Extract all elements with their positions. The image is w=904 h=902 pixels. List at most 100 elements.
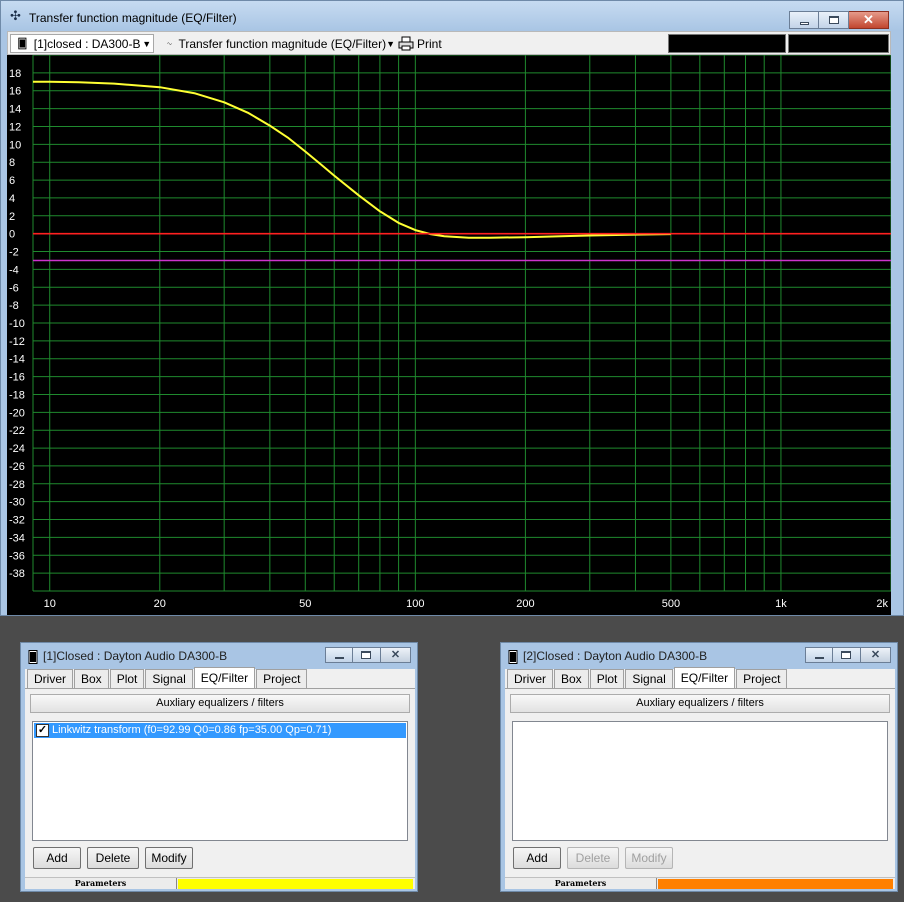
plot-area[interactable]: 18 16 14 12 10 8 6 4 2 0 -2 -4 -6 -8 -10 -12 -14 -16 -18 -2… — [7, 55, 891, 615]
y-tick-label: -12 — [9, 336, 25, 348]
y-tick-label: -32 — [9, 515, 25, 527]
y-tick-label: -26 — [9, 461, 25, 473]
y-tick-label: -6 — [9, 282, 19, 294]
tab-project[interactable]: Project — [256, 669, 308, 689]
tab-project[interactable]: Project — [736, 669, 788, 689]
project-window-2: [2]Closed : Dayton Audio DA300-B ✕ Drive… — [500, 642, 898, 892]
y-tick-label: -2 — [9, 247, 19, 259]
close-icon: ✕ — [390, 649, 401, 661]
list-item-label: Linkwitz transform (f0=92.99 Q0=0.86 fp=… — [52, 724, 332, 736]
speaker-icon — [508, 650, 518, 664]
maximize-icon — [829, 16, 839, 24]
tab-signal[interactable]: Signal — [625, 669, 673, 689]
window-body: Driver Box Plot Signal EQ/Filter Project… — [25, 667, 415, 889]
add-button[interactable]: Add — [513, 847, 561, 869]
list-item[interactable]: ✓ Linkwitz transform (f0=92.99 Q0=0.86 f… — [34, 723, 406, 738]
y-tick-label: 0 — [9, 229, 15, 241]
tab-driver[interactable]: Driver — [27, 669, 73, 689]
y-tick-label: -30 — [9, 497, 25, 509]
y-tick-label: -20 — [9, 407, 25, 419]
close-button[interactable]: ✕ — [849, 11, 889, 29]
close-button[interactable]: ✕ — [381, 647, 411, 663]
caption-buttons: ✕ — [805, 647, 891, 663]
tab-bar: Driver Box Plot Signal EQ/Filter Project — [507, 667, 788, 689]
modify-button[interactable]: Modify — [625, 847, 673, 869]
plot-type-select[interactable]: Transfer function magnitude (EQ/Filter) … — [160, 34, 396, 53]
tab-box[interactable]: Box — [554, 669, 589, 689]
chevron-down-icon[interactable]: ▼ — [140, 39, 153, 49]
tab-plot[interactable]: Plot — [589, 669, 625, 689]
close-icon: ✕ — [863, 12, 874, 27]
y-tick-label: 14 — [9, 104, 21, 116]
plot-type-value: Transfer function magnitude (EQ/Filter) — [178, 36, 387, 51]
parameters-label: Parameters — [25, 878, 177, 889]
printer-icon — [398, 36, 414, 51]
transfer-function-chart[interactable]: 181614121086420-2-4-6-8-10-12-14-16-18-2… — [7, 55, 891, 615]
eq-filter-panel: Auxliary equalizers / filters ✓ Linkwitz… — [25, 688, 415, 884]
maximize-button[interactable] — [353, 647, 381, 663]
project-select-value: [1]closed : DA300-B — [33, 36, 141, 51]
tab-eq-filter[interactable]: EQ/Filter — [193, 667, 256, 688]
transfer-function-curve — [33, 80, 671, 239]
tab-signal[interactable]: Signal — [145, 669, 193, 689]
y-tick-label: 6 — [9, 175, 15, 187]
add-button[interactable]: Add — [33, 847, 81, 869]
minimize-button[interactable] — [805, 647, 833, 663]
print-label: Print — [417, 36, 442, 51]
maximize-button[interactable] — [819, 11, 849, 29]
minimize-icon — [335, 657, 344, 659]
window-title: [1]Closed : Dayton Audio DA300-B — [43, 649, 228, 663]
delete-button[interactable]: Delete — [87, 847, 139, 869]
parameters-color-swatch — [658, 879, 893, 889]
parameters-bar: Parameters — [505, 877, 895, 889]
tab-driver[interactable]: Driver — [507, 669, 553, 689]
checkbox[interactable]: ✓ — [36, 724, 49, 737]
caption-buttons: ✕ — [325, 647, 411, 663]
project-select[interactable]: [1]closed : DA300-B ▼ — [10, 34, 154, 53]
eq-filter-panel: Auxliary equalizers / filters Add Delete… — [505, 688, 895, 884]
y-tick-label: -24 — [9, 443, 25, 455]
x-tick-label: 2k — [876, 598, 888, 610]
aux-equalizers-header[interactable]: Auxliary equalizers / filters — [30, 694, 410, 713]
print-button[interactable]: Print — [398, 34, 442, 53]
y-tick-label: 2 — [9, 211, 15, 223]
project-window-1: [1]Closed : Dayton Audio DA300-B ✕ Drive… — [20, 642, 418, 892]
x-tick-label: 100 — [406, 598, 424, 610]
tab-box[interactable]: Box — [74, 669, 109, 689]
y-tick-label: 18 — [9, 68, 21, 80]
y-tick-label: -16 — [9, 372, 25, 384]
close-button[interactable]: ✕ — [861, 647, 891, 663]
maximize-button[interactable] — [833, 647, 861, 663]
chevron-down-icon[interactable]: ▼ — [386, 39, 395, 49]
x-tick-label: 200 — [516, 598, 534, 610]
speaker-icon — [28, 650, 38, 664]
x-tick-label: 50 — [299, 598, 311, 610]
modify-button[interactable]: Modify — [145, 847, 193, 869]
minimize-icon — [815, 657, 824, 659]
y-tick-label: 12 — [9, 121, 21, 133]
y-tick-label: -10 — [9, 318, 25, 330]
toolbar: [1]closed : DA300-B ▼ Transfer function … — [7, 31, 891, 55]
close-icon: ✕ — [870, 649, 881, 661]
minimize-button[interactable] — [325, 647, 353, 663]
y-tick-label: -22 — [9, 425, 25, 437]
minimize-button[interactable] — [789, 11, 819, 29]
y-tick-label: -18 — [9, 389, 25, 401]
tab-eq-filter[interactable]: EQ/Filter — [673, 667, 736, 688]
parameters-label: Parameters — [505, 878, 657, 889]
eq-filter-list[interactable]: ✓ Linkwitz transform (f0=92.99 Q0=0.86 f… — [32, 721, 408, 841]
eq-filter-list[interactable] — [512, 721, 888, 841]
aux-equalizers-header[interactable]: Auxliary equalizers / filters — [510, 694, 890, 713]
window-title: [2]Closed : Dayton Audio DA300-B — [523, 649, 708, 663]
delete-button[interactable]: Delete — [567, 847, 619, 869]
x-tick-label: 20 — [154, 598, 166, 610]
tab-plot[interactable]: Plot — [109, 669, 145, 689]
y-tick-label: 8 — [9, 157, 15, 169]
main-window: ✣ Transfer function magnitude (EQ/Filter… — [0, 0, 904, 616]
main-titlebar[interactable]: ✣ Transfer function magnitude (EQ/Filter… — [1, 1, 903, 31]
window-body: Driver Box Plot Signal EQ/Filter Project… — [505, 667, 895, 889]
y-tick-label: -8 — [9, 300, 19, 312]
maximize-icon — [361, 651, 371, 659]
speaker-icon — [18, 37, 27, 50]
y-tick-label: -34 — [9, 532, 25, 544]
